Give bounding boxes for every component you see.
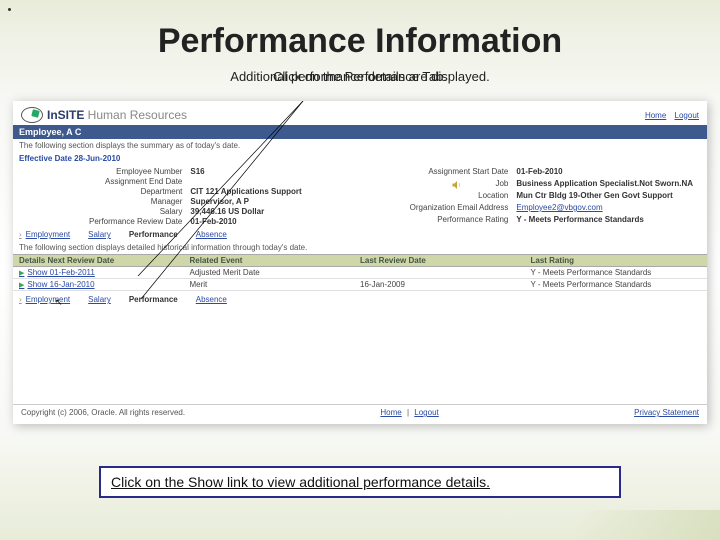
email-value: Employee2@vbgov.com <box>516 203 693 214</box>
footer-center-links: Home | Logout <box>377 408 441 417</box>
app-header: InSITE Human Resources Home Logout <box>13 101 707 125</box>
tab-salary[interactable]: Salary <box>88 230 111 239</box>
footer-home-link[interactable]: Home <box>380 408 401 417</box>
chevron-right-icon: › <box>19 295 22 304</box>
assign-start-value: 01-Feb-2010 <box>516 167 693 178</box>
pointer-line-2 <box>123 101 308 301</box>
tabs-bottom: › Employment Salary Performance Absence <box>13 293 707 306</box>
tab-employment[interactable]: Employment <box>26 295 70 304</box>
effective-date: Effective Date 28-Jun-2010 <box>13 152 707 165</box>
cursor-icon: ↖ <box>55 297 63 308</box>
employee-bar: Employee, A C <box>13 125 707 139</box>
col-review: Last Review Date <box>360 256 531 265</box>
assign-start-label: Assignment Start Date <box>410 167 509 178</box>
logo-icon <box>21 107 43 123</box>
table-header: Details Next Review Date Related Event L… <box>13 254 707 267</box>
show-link[interactable]: Show 16-Jan-2010 <box>19 280 95 289</box>
tab-salary[interactable]: Salary <box>88 295 111 304</box>
speaker-icon <box>451 179 463 191</box>
loc-label: Location <box>410 191 509 202</box>
decorative-curve <box>570 510 720 540</box>
cell-review <box>360 268 531 277</box>
email-label: Organization Email Address <box>410 203 509 214</box>
job-value: Business Application Specialist.Not Swor… <box>516 179 693 190</box>
loc-value: Mun Ctr Bldg 19-Other Gen Govt Support <box>516 191 693 202</box>
embedded-screenshot: InSITE Human Resources Home Logout Emplo… <box>13 101 707 424</box>
subtitle-front: Click on the Performance Tab. <box>0 69 720 84</box>
decorative-dot <box>8 8 11 11</box>
history-note: The following section displays detailed … <box>13 241 707 254</box>
header-links: Home Logout <box>639 111 699 120</box>
chevron-right-icon: › <box>19 230 22 239</box>
rating-value: Y - Meets Performance Standards <box>516 215 693 226</box>
footer-logout-link[interactable]: Logout <box>414 408 438 417</box>
cell-rating: Y - Meets Performance Standards <box>531 280 702 289</box>
callout-box: Click on the Show link to view additiona… <box>99 466 621 498</box>
cell-rating: Y - Meets Performance Standards <box>531 268 702 277</box>
table-row: Show 01-Feb-2011 Adjusted Merit Date Y -… <box>13 267 707 279</box>
summary-right-col: Assignment Start Date01-Feb-2010 JobBusi… <box>410 167 693 226</box>
email-link[interactable]: Employee2@vbgov.com <box>516 203 602 212</box>
home-link[interactable]: Home <box>645 111 666 120</box>
tabs-top: › Employment Salary Performance Absence <box>13 228 707 241</box>
copyright: Copyright (c) 2006, Oracle. All rights r… <box>21 408 185 417</box>
logo-main: InSITE <box>47 108 84 122</box>
summary-note: The following section displays the summa… <box>13 139 707 152</box>
subtitle-overlap: Additional performance details are displ… <box>0 69 720 97</box>
rating-label: Performance Rating <box>410 215 509 226</box>
footer-right: Privacy Statement <box>634 408 699 417</box>
col-rating: Last Rating <box>531 256 702 265</box>
cell-review: 16-Jan-2009 <box>360 280 531 289</box>
table-row: Show 16-Jan-2010 Merit 16-Jan-2009 Y - M… <box>13 279 707 291</box>
logout-link[interactable]: Logout <box>675 111 699 120</box>
show-link[interactable]: Show 01-Feb-2011 <box>19 268 95 277</box>
privacy-link[interactable]: Privacy Statement <box>634 408 699 417</box>
summary-fields: Employee NumberS16 Assignment End Date D… <box>13 165 707 228</box>
app-footer: Copyright (c) 2006, Oracle. All rights r… <box>13 404 707 420</box>
tab-employment[interactable]: Employment <box>26 230 70 239</box>
slide-title: Performance Information <box>0 0 720 69</box>
